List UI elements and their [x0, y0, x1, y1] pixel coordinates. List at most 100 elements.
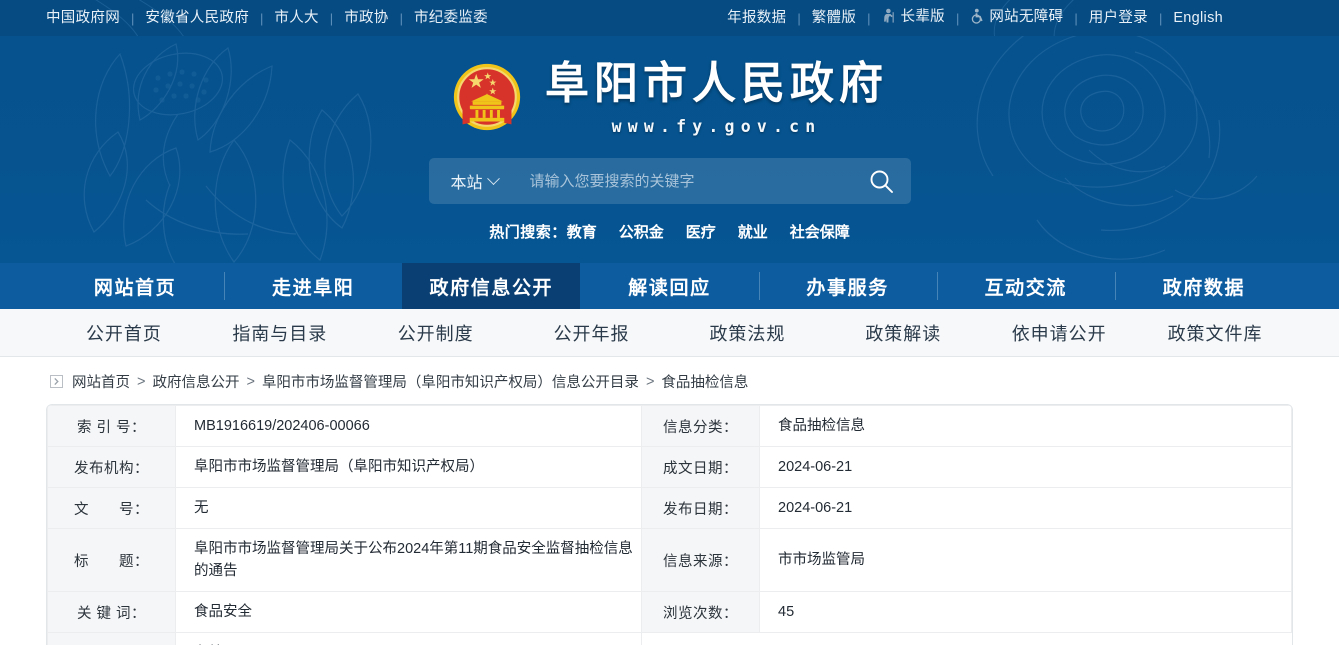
subnav-item-disclosure-home[interactable]: 公开首页 — [46, 320, 202, 346]
hot-search-row: 热门搜索：教育 公积金 医疗 就业 社会保障 — [429, 221, 911, 242]
label-document-number: 文 号： — [47, 487, 176, 529]
chevron-down-icon — [486, 171, 500, 185]
site-logo-row: 阜阳市人民政府 www.fy.gov.cn — [0, 36, 1339, 136]
value-issuing-agency: 阜阳市市场监督管理局（阜阳市知识产权局） — [175, 446, 642, 488]
elderly-icon — [882, 2, 897, 37]
topbar-separator: | — [131, 10, 135, 26]
table-row: 标 题： 阜阳市市场监督管理局关于公布2024年第11期食品安全监督抽检信息的通… — [47, 528, 1292, 592]
topbar-annual-data-link[interactable]: 年报数据 — [727, 0, 786, 36]
topbar-link-3[interactable]: 市政协 — [344, 0, 388, 36]
topbar-accessibility-link[interactable]: 网站无障碍 — [970, 0, 1063, 36]
site-url: www.fy.gov.cn — [611, 116, 822, 136]
label-view-count: 浏览次数： — [641, 591, 760, 633]
topbar-link-0[interactable]: 中国政府网 — [46, 0, 120, 36]
value-document-date: 2024-06-21 — [759, 446, 1292, 488]
breadcrumb-separator: > — [645, 373, 655, 390]
subnav-item-guide-catalog[interactable]: 指南与目录 — [202, 320, 358, 346]
label-info-category: 信息分类： — [641, 405, 760, 447]
subnav-item-policies-regulations[interactable]: 政策法规 — [670, 320, 826, 346]
site-title-block: 阜阳市人民政府 www.fy.gov.cn — [545, 57, 888, 136]
nav-item-services[interactable]: 办事服务 — [758, 263, 937, 309]
page-title: 阜阳市人民政府 — [545, 57, 888, 109]
nav-item-government-info-disclosure[interactable]: 政府信息公开 — [402, 263, 581, 309]
hot-search-item-4[interactable]: 社会保障 — [790, 221, 850, 242]
breadcrumb-item-current: 食品抽检信息 — [661, 375, 749, 391]
label-index-number: 索 引 号： — [47, 405, 176, 447]
search-area: 本站 热门搜索：教育 公积金 医疗 就业 社会保障 — [428, 158, 911, 242]
nav-item-home[interactable]: 网站首页 — [46, 263, 224, 309]
subnav-item-annual-report[interactable]: 公开年报 — [514, 320, 670, 346]
subnav-item-policy-interpretation[interactable]: 政策解读 — [825, 320, 981, 346]
label-info-source: 信息来源： — [641, 528, 760, 592]
topbar-separator: | — [260, 10, 264, 26]
search-scope-dropdown[interactable]: 本站 — [429, 169, 508, 193]
label-keywords: 关 键 词： — [47, 591, 176, 633]
topbar-separator: | — [797, 10, 801, 26]
table-row: 关 键 词： 食品安全 浏览次数： 45 — [47, 591, 1292, 633]
value-keywords: 食品安全 — [175, 591, 642, 633]
value-publish-date: 2024-06-21 — [759, 487, 1292, 529]
topbar-accessibility-label: 网站无障碍 — [989, 8, 1064, 25]
topbar-separator: | — [867, 10, 871, 26]
hot-search-label: 热门搜索： — [489, 224, 567, 241]
site-banner: 阜阳市人民政府 www.fy.gov.cn 本站 热门搜索：教育 公积金 医疗 就业 社… — [0, 36, 1339, 263]
topbar-link-4[interactable]: 市纪委监委 — [414, 0, 488, 36]
subnav-item-disclosure-system[interactable]: 公开制度 — [358, 320, 514, 346]
topbar-link-2[interactable]: 市人大 — [274, 0, 318, 36]
topbar-separator: | — [399, 10, 403, 26]
breadcrumb: 网站首页 > 政府信息公开 > 阜阳市市场监督管理局（阜阳市知识产权局）信息公开… — [0, 357, 1339, 404]
value-view-count: 45 — [759, 591, 1292, 633]
subnav-item-disclosure-on-request[interactable]: 依申请公开 — [981, 320, 1137, 346]
table-empty-cell — [641, 632, 760, 645]
label-publish-date: 发布日期： — [641, 487, 760, 529]
nav-item-interpretation-response[interactable]: 解读回应 — [580, 263, 758, 309]
topbar-left-links: 中国政府网 | 安徽省人民政府 | 市人大 | 市政协 | 市纪委监委 — [46, 0, 488, 36]
table-empty-cell — [759, 632, 1292, 645]
subnav-item-policy-document-library[interactable]: 政策文件库 — [1137, 320, 1293, 346]
label-issuing-agency: 发布机构： — [47, 446, 176, 488]
search-button[interactable] — [853, 158, 911, 204]
hot-search-item-0[interactable]: 教育 — [567, 221, 597, 242]
topbar-right-links: 年报数据 | 繁體版 | 长辈版 | 网站无障碍 | 用户登录 | Englis… — [727, 0, 1223, 36]
value-document-number: 无 — [175, 487, 642, 529]
table-row: 文 号： 无 发布日期： 2024-06-21 — [47, 487, 1292, 529]
topbar-traditional-chinese-link[interactable]: 繁體版 — [812, 0, 856, 36]
label-title: 标 题： — [47, 528, 176, 592]
topbar-separator: | — [955, 10, 960, 26]
label-validity: 有 效 性： — [47, 632, 176, 645]
breadcrumb-item-0[interactable]: 网站首页 — [72, 371, 130, 392]
breadcrumb-item-1[interactable]: 政府信息公开 — [152, 371, 239, 392]
search-input[interactable] — [507, 172, 853, 190]
topbar-elderly-version-link[interactable]: 长辈版 — [882, 0, 945, 36]
nav-item-about-fuyang[interactable]: 走进阜阳 — [224, 263, 402, 309]
topbar-separator: | — [329, 10, 334, 26]
national-emblem-icon — [453, 63, 521, 131]
search-box: 本站 — [428, 158, 911, 204]
value-title: 阜阳市市场监督管理局关于公布2024年第11期食品安全监督抽检信息的通告 — [175, 528, 642, 592]
table-row: 有 效 性： 有效 — [47, 632, 1292, 645]
breadcrumb-item-2[interactable]: 阜阳市市场监督管理局（阜阳市知识产权局）信息公开目录 — [262, 371, 639, 392]
hot-search-item-1[interactable]: 公积金 — [619, 221, 664, 242]
hot-search-item-3[interactable]: 就业 — [738, 221, 768, 242]
label-document-date: 成文日期： — [641, 446, 760, 488]
value-info-source: 市市场监管局 — [759, 528, 1292, 592]
table-row: 索 引 号： MB1916619/202406-00066 信息分类： 食品抽检… — [47, 405, 1292, 447]
topbar-separator: | — [1158, 10, 1163, 26]
table-row: 发布机构： 阜阳市市场监督管理局（阜阳市知识产权局） 成文日期： 2024-06… — [47, 446, 1292, 488]
search-scope-label: 本站 — [450, 175, 483, 192]
nav-item-interaction[interactable]: 互动交流 — [936, 263, 1115, 309]
topbar-user-login-link[interactable]: 用户登录 — [1089, 0, 1148, 36]
breadcrumb-arrow-icon — [50, 375, 63, 388]
document-info-table: 索 引 号： MB1916619/202406-00066 信息分类： 食品抽检… — [47, 405, 1292, 645]
topbar-link-1[interactable]: 安徽省人民政府 — [145, 0, 249, 36]
breadcrumb-separator: > — [137, 373, 146, 390]
topbar-english-link[interactable]: English — [1173, 0, 1223, 36]
value-info-category: 食品抽检信息 — [759, 405, 1292, 447]
main-navigation: 网站首页 走进阜阳 政府信息公开 解读回应 办事服务 互动交流 政府数据 — [0, 263, 1339, 309]
sub-navigation: 公开首页 指南与目录 公开制度 公开年报 政策法规 政策解读 依申请公开 政策文… — [0, 309, 1339, 357]
document-info-panel: 索 引 号： MB1916619/202406-00066 信息分类： 食品抽检… — [46, 404, 1293, 645]
topbar-elderly-version-label: 长辈版 — [900, 8, 945, 25]
nav-item-government-data[interactable]: 政府数据 — [1114, 263, 1293, 309]
wheelchair-icon — [970, 2, 985, 37]
hot-search-item-2[interactable]: 医疗 — [686, 221, 716, 242]
